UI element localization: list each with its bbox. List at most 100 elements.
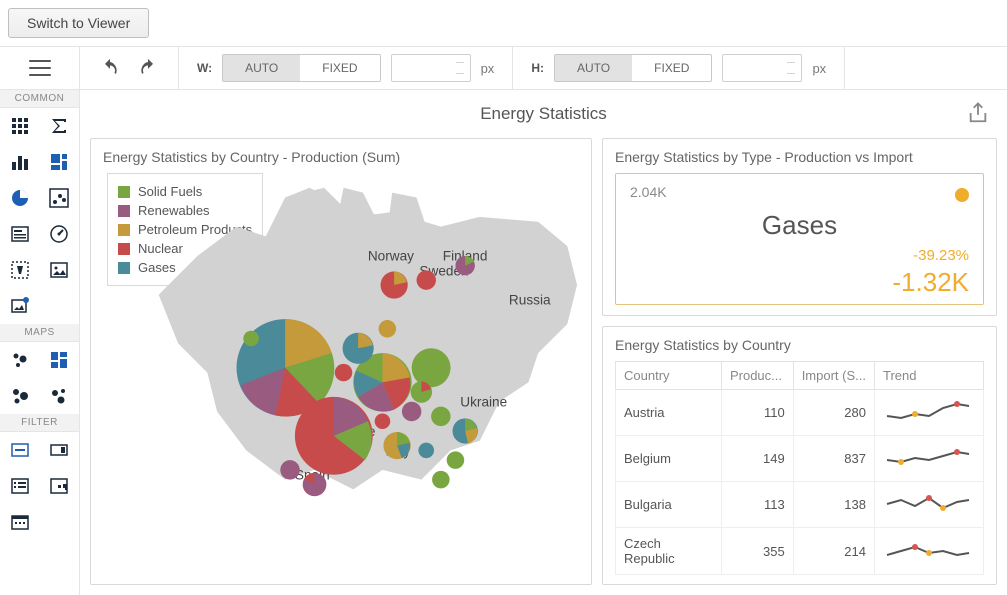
tool-combo-filter[interactable] bbox=[40, 432, 80, 468]
pie-croatia[interactable] bbox=[418, 443, 434, 459]
table-row[interactable]: Austria 110 280 bbox=[616, 390, 984, 436]
width-group: W: AUTO FIXED px bbox=[179, 47, 513, 89]
height-fixed-option[interactable]: FIXED bbox=[632, 55, 711, 81]
tool-choropleth[interactable] bbox=[40, 342, 80, 378]
tool-pie[interactable] bbox=[0, 180, 40, 216]
status-dot-icon bbox=[955, 188, 969, 202]
pie-bulgaria[interactable] bbox=[447, 451, 465, 469]
table-row[interactable]: Bulgaria 113 138 bbox=[616, 482, 984, 528]
pie-ireland[interactable] bbox=[243, 331, 259, 347]
kpi-pct: -39.23% bbox=[913, 247, 969, 264]
sidebar: COMMON MAPS FILTER bbox=[0, 90, 80, 595]
sparkline-icon bbox=[883, 398, 975, 424]
height-mode-segment[interactable]: AUTO FIXED bbox=[554, 54, 712, 82]
kpi-value: 2.04K bbox=[630, 184, 969, 200]
undo-icon[interactable] bbox=[100, 58, 120, 78]
tool-pie-map[interactable] bbox=[0, 378, 40, 414]
tool-bar-chart[interactable] bbox=[0, 144, 40, 180]
height-auto-option[interactable]: AUTO bbox=[555, 55, 632, 81]
cell-production: 149 bbox=[721, 436, 793, 482]
table-row[interactable]: Czech Republic 355 214 bbox=[616, 528, 984, 575]
tool-list-filter[interactable] bbox=[0, 468, 40, 504]
pie-austria[interactable] bbox=[402, 402, 421, 421]
height-label: H: bbox=[531, 61, 544, 75]
col-production[interactable]: Produc... bbox=[721, 362, 793, 390]
sidebar-section-maps: MAPS bbox=[0, 324, 79, 342]
redo-icon[interactable] bbox=[138, 58, 158, 78]
height-unit: px bbox=[812, 61, 826, 76]
col-import[interactable]: Import (S... bbox=[793, 362, 874, 390]
tool-grid[interactable] bbox=[0, 108, 40, 144]
pie-belgium[interactable] bbox=[335, 364, 353, 382]
pie-sweden[interactable] bbox=[417, 270, 436, 289]
tool-bound-image[interactable] bbox=[0, 288, 40, 324]
table-card[interactable]: Energy Statistics by Country Country Pro… bbox=[602, 326, 997, 585]
pie-romania[interactable] bbox=[453, 418, 478, 443]
europe-map[interactable]: Norway Sweden Finland Russia Ukraine Ita… bbox=[133, 178, 593, 538]
switch-to-viewer-button[interactable]: Switch to Viewer bbox=[8, 8, 149, 38]
sidebar-section-filter: FILTER bbox=[0, 414, 79, 432]
tool-tree-filter[interactable] bbox=[40, 468, 80, 504]
table-row[interactable]: Belgium 149 837 bbox=[616, 436, 984, 482]
tool-card[interactable] bbox=[0, 216, 40, 252]
sparkline-icon bbox=[883, 537, 975, 563]
width-mode-segment[interactable]: AUTO FIXED bbox=[222, 54, 380, 82]
sparkline-icon bbox=[883, 444, 975, 470]
kpi-card-title: Energy Statistics by Type - Production v… bbox=[615, 149, 984, 165]
tool-scatter[interactable] bbox=[40, 180, 80, 216]
tool-sigma[interactable] bbox=[40, 108, 80, 144]
pie-hungary[interactable] bbox=[431, 407, 450, 426]
dashboard-title: Energy Statistics bbox=[480, 104, 607, 124]
width-fixed-option[interactable]: FIXED bbox=[300, 55, 379, 81]
tool-blank-filter bbox=[40, 504, 80, 540]
pie-norway[interactable] bbox=[381, 271, 408, 298]
pie-finland[interactable] bbox=[455, 256, 474, 275]
map-label-ukraine: Ukraine bbox=[460, 395, 507, 410]
tool-date-filter[interactable] bbox=[0, 504, 40, 540]
sidebar-section-common: COMMON bbox=[0, 90, 79, 108]
tool-gauge[interactable] bbox=[40, 216, 80, 252]
pie-switzerland[interactable] bbox=[375, 413, 391, 429]
width-auto-option[interactable]: AUTO bbox=[223, 55, 300, 81]
sparkline-icon bbox=[883, 490, 975, 516]
cell-import: 280 bbox=[793, 390, 874, 436]
pie-portugal[interactable] bbox=[280, 460, 299, 479]
col-trend[interactable]: Trend bbox=[875, 362, 984, 390]
tool-geo-point[interactable] bbox=[40, 378, 80, 414]
pie-spain[interactable] bbox=[303, 473, 327, 496]
menu-button[interactable] bbox=[0, 47, 80, 89]
width-input[interactable] bbox=[391, 54, 471, 82]
height-group: H: AUTO FIXED px bbox=[513, 47, 845, 89]
pie-denmark[interactable] bbox=[379, 320, 397, 338]
col-country[interactable]: Country bbox=[616, 362, 722, 390]
cell-country: Czech Republic bbox=[616, 528, 722, 575]
cell-production: 113 bbox=[721, 482, 793, 528]
pie-italy[interactable] bbox=[383, 432, 410, 459]
table-card-title: Energy Statistics by Country bbox=[615, 337, 984, 353]
map-label-russia: Russia bbox=[509, 292, 551, 307]
tool-image[interactable] bbox=[40, 252, 80, 288]
tool-blank bbox=[40, 288, 80, 324]
pie-greece[interactable] bbox=[432, 471, 450, 489]
map-card-title: Energy Statistics by Country - Productio… bbox=[103, 149, 579, 165]
cell-production: 355 bbox=[721, 528, 793, 575]
tool-bubble-map[interactable] bbox=[0, 342, 40, 378]
tool-range-filter[interactable] bbox=[0, 432, 40, 468]
tool-text[interactable] bbox=[0, 252, 40, 288]
cell-country: Belgium bbox=[616, 436, 722, 482]
map-card[interactable]: Energy Statistics by Country - Productio… bbox=[90, 138, 592, 585]
pie-czech[interactable] bbox=[411, 381, 432, 402]
pie-poland[interactable] bbox=[412, 348, 451, 387]
kpi-card[interactable]: Energy Statistics by Type - Production v… bbox=[602, 138, 997, 316]
width-label: W: bbox=[197, 61, 212, 75]
height-input[interactable] bbox=[722, 54, 802, 82]
cell-production: 110 bbox=[721, 390, 793, 436]
tool-treemap[interactable] bbox=[40, 144, 80, 180]
pie-netherlands[interactable] bbox=[343, 333, 374, 364]
export-icon[interactable] bbox=[967, 102, 989, 124]
pie-france[interactable] bbox=[295, 397, 373, 475]
kpi-name: Gases bbox=[630, 210, 969, 241]
toolbar: W: AUTO FIXED px H: AUTO FIXED px bbox=[0, 46, 1007, 90]
hamburger-icon bbox=[29, 60, 51, 76]
cell-country: Bulgaria bbox=[616, 482, 722, 528]
